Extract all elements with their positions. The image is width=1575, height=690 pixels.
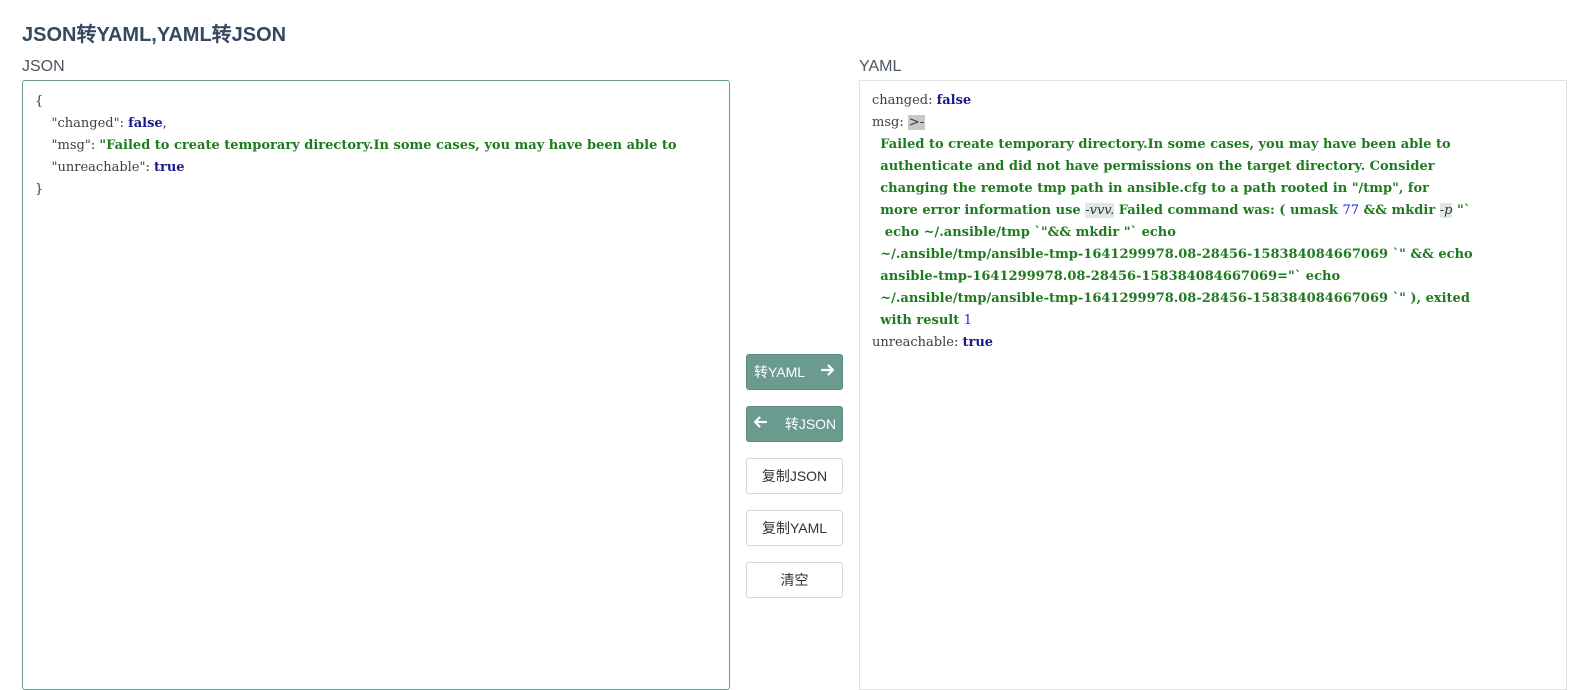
json-line: "msg": "Failed to create temporary direc…	[51, 138, 677, 153]
json-line: {	[35, 94, 44, 109]
json-line: }	[35, 182, 44, 197]
copy-json-button[interactable]: 复制JSON	[746, 458, 843, 494]
to-json-button[interactable]: 转JSON	[746, 406, 843, 442]
yaml-line: Failed to create temporary directory.In …	[880, 137, 1451, 152]
yaml-line: changing the remote tmp path in ansible.…	[880, 181, 1430, 196]
yaml-panel-label: YAML	[859, 58, 902, 75]
yaml-line: changed: false	[872, 93, 972, 108]
json-panel-label: JSON	[22, 58, 65, 75]
fold-marker: >-	[907, 115, 926, 130]
json-line: "unreachable": true	[51, 160, 185, 175]
yaml-line: authenticate and did not have permission…	[880, 159, 1435, 174]
clear-button[interactable]: 清空	[746, 562, 843, 598]
yaml-line: msg: >-	[872, 115, 926, 130]
yaml-line: echo ~/.ansible/tmp `"&& mkdir "` echo	[880, 225, 1176, 240]
yaml-line: more error information use -vvv. Failed …	[880, 203, 1471, 218]
to-yaml-button[interactable]: 转YAML	[746, 354, 843, 390]
arrow-right-icon	[820, 363, 835, 382]
arrow-left-icon	[753, 415, 767, 434]
yaml-line: with result 1	[880, 313, 973, 328]
yaml-line: ~/.ansible/tmp/ansible-tmp-1641299978.08…	[880, 247, 1473, 262]
yaml-line: ansible-tmp-1641299978.08-28456-15838408…	[880, 269, 1341, 284]
json-line: "changed": false,	[51, 116, 167, 131]
page-title: JSON转YAML,YAML转JSON	[22, 24, 287, 46]
yaml-line: ~/.ansible/tmp/ansible-tmp-1641299978.08…	[880, 291, 1470, 306]
yaml-line: unreachable: true	[872, 335, 994, 350]
json-editor[interactable]: { "changed": false, "msg": "Failed to cr…	[22, 80, 730, 690]
copy-yaml-button[interactable]: 复制YAML	[746, 510, 843, 546]
yaml-editor[interactable]: changed: false msg: >- Failed to create t…	[859, 80, 1567, 690]
